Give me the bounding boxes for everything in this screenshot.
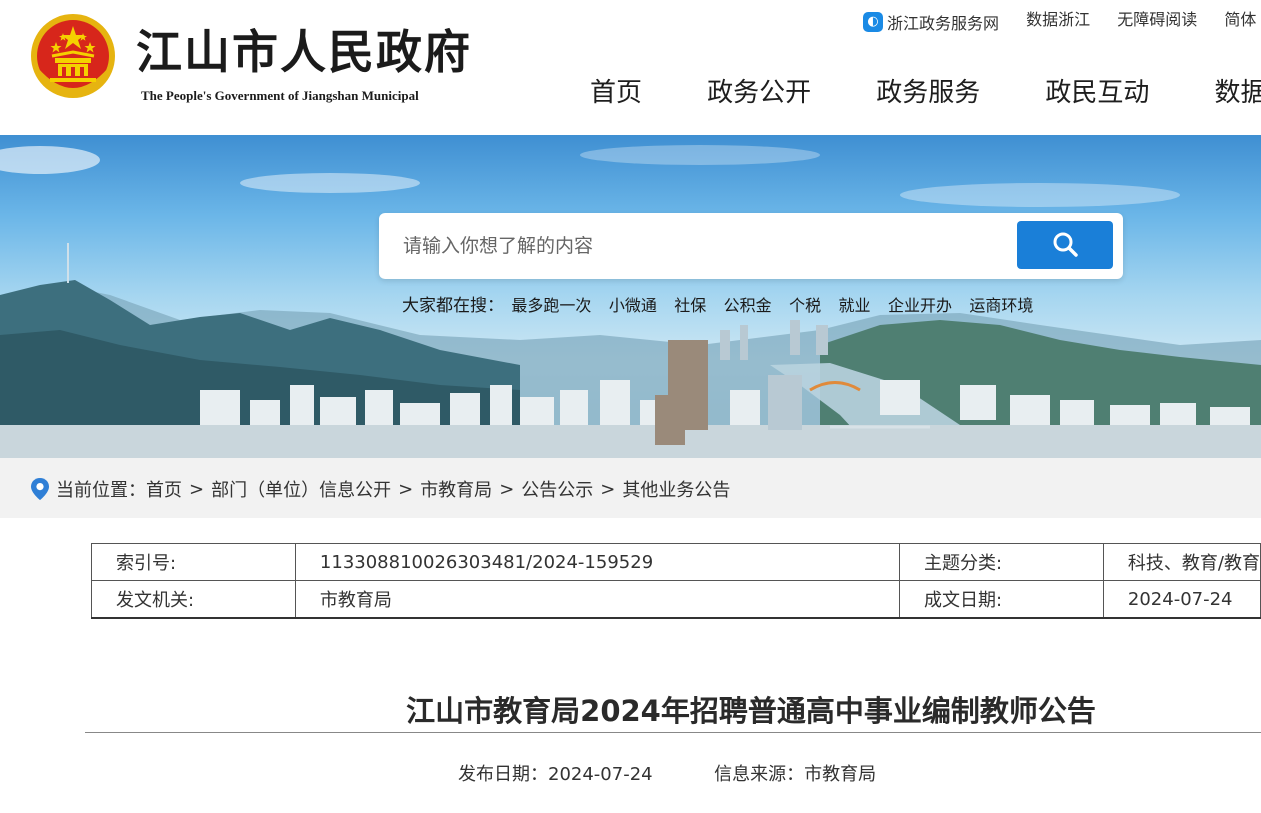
source-value: 市教育局 [804, 764, 877, 785]
nav-government-services[interactable]: 政务服务 [876, 72, 980, 109]
hot-term-housing-fund[interactable]: 公积金 [724, 296, 772, 315]
zhejiang-gov-service-label: 浙江政务服务网 [887, 14, 1000, 33]
table-row: 发文机关: 市教育局 成文日期: 2024-07-24 [91, 580, 1261, 619]
breadcrumb-separator: > [499, 478, 515, 500]
source-label: 信息来源： [714, 764, 805, 785]
topic-label: 主题分类: [898, 543, 1104, 581]
hot-term-income-tax[interactable]: 个税 [789, 296, 821, 315]
table-row: 索引号: 113308810026303481/2024-159529 主题分类… [91, 543, 1261, 581]
national-emblem-logo[interactable] [30, 12, 116, 104]
main-nav: 首页 政务公开 政务服务 政民互动 数据开放 [590, 72, 1261, 109]
breadcrumb-home[interactable]: 首页 [146, 476, 182, 502]
hot-term-social-security[interactable]: 社保 [674, 296, 706, 315]
document-meta-table: 索引号: 113308810026303481/2024-159529 主题分类… [91, 543, 1261, 619]
data-zhejiang-link[interactable]: 数据浙江 [1026, 6, 1090, 30]
search-button[interactable] [1017, 221, 1113, 269]
zhejiang-gov-icon: ◐ [863, 12, 883, 32]
breadcrumb-label: 当前位置： [56, 480, 146, 501]
title-divider [85, 732, 1261, 733]
nav-public-interaction[interactable]: 政民互动 [1045, 72, 1149, 109]
breadcrumb-separator: > [600, 478, 616, 500]
site-subtitle: The People's Government of Jiangshan Mun… [141, 88, 419, 103]
hot-search-label: 大家都在搜： [402, 296, 504, 316]
breadcrumb: 当前位置： 首页 > 部门（单位）信息公开 > 市教育局 > 公告公示 > 其他… [0, 458, 1261, 518]
site-header: 江山市人民政府 The People's Government of Jiang… [0, 0, 1261, 135]
search-box [379, 213, 1123, 279]
issuer-value: 市教育局 [294, 580, 900, 619]
breadcrumb-announcements[interactable]: 公告公示 [521, 476, 593, 502]
breadcrumb-separator: > [398, 478, 414, 500]
top-utility-links: ◐ 浙江政务服务网 数据浙江 无障碍阅读 简体 [863, 6, 1261, 34]
index-value: 113308810026303481/2024-159529 [294, 543, 900, 581]
publish-date-value: 2024-07-24 [548, 764, 653, 785]
location-pin-icon [31, 478, 49, 500]
accessible-reading-link[interactable]: 无障碍阅读 [1117, 6, 1197, 30]
index-label: 索引号: [91, 543, 296, 581]
date-label: 成文日期: [898, 580, 1104, 619]
nav-open-data[interactable]: 数据开放 [1214, 72, 1261, 109]
hot-term-xiaowei[interactable]: 小微通 [609, 296, 657, 315]
zhejiang-gov-service-link[interactable]: ◐ 浙江政务服务网 [863, 10, 999, 34]
breadcrumb-education-bureau[interactable]: 市教育局 [420, 476, 492, 502]
hero-banner: 大家都在搜： 最多跑一次 小微通 社保 公积金 个税 就业 企业开办 运商环境 [0, 135, 1261, 458]
breadcrumb-separator: > [189, 478, 205, 500]
hot-term-business-environment[interactable]: 运商环境 [969, 296, 1033, 315]
nav-government-affairs-disclosure[interactable]: 政务公开 [707, 72, 811, 109]
article-meta: 发布日期：2024-07-24 信息来源：市教育局 [458, 760, 876, 786]
hot-search-terms: 大家都在搜： 最多跑一次 小微通 社保 公积金 个税 就业 企业开办 运商环境 [402, 291, 1045, 316]
hot-term-one-trip[interactable]: 最多跑一次 [511, 296, 591, 315]
topic-value: 科技、教育/教育 [1102, 543, 1261, 581]
article-title: 江山市教育局2024年招聘普通高中事业编制教师公告 [406, 694, 1096, 728]
site-title: 江山市人民政府 [136, 25, 472, 79]
hot-term-business-startup[interactable]: 企业开办 [888, 296, 952, 315]
search-icon [1053, 232, 1078, 257]
breadcrumb-department-disclosure[interactable]: 部门（单位）信息公开 [211, 476, 391, 502]
hot-term-employment[interactable]: 就业 [839, 296, 871, 315]
search-input[interactable] [379, 213, 999, 279]
date-value: 2024-07-24 [1102, 580, 1261, 619]
breadcrumb-other-business[interactable]: 其他业务公告 [622, 476, 730, 502]
issuer-label: 发文机关: [91, 580, 296, 619]
simplified-chinese-link[interactable]: 简体 [1224, 6, 1256, 30]
publish-date-label: 发布日期： [458, 764, 548, 785]
nav-home[interactable]: 首页 [590, 72, 642, 109]
